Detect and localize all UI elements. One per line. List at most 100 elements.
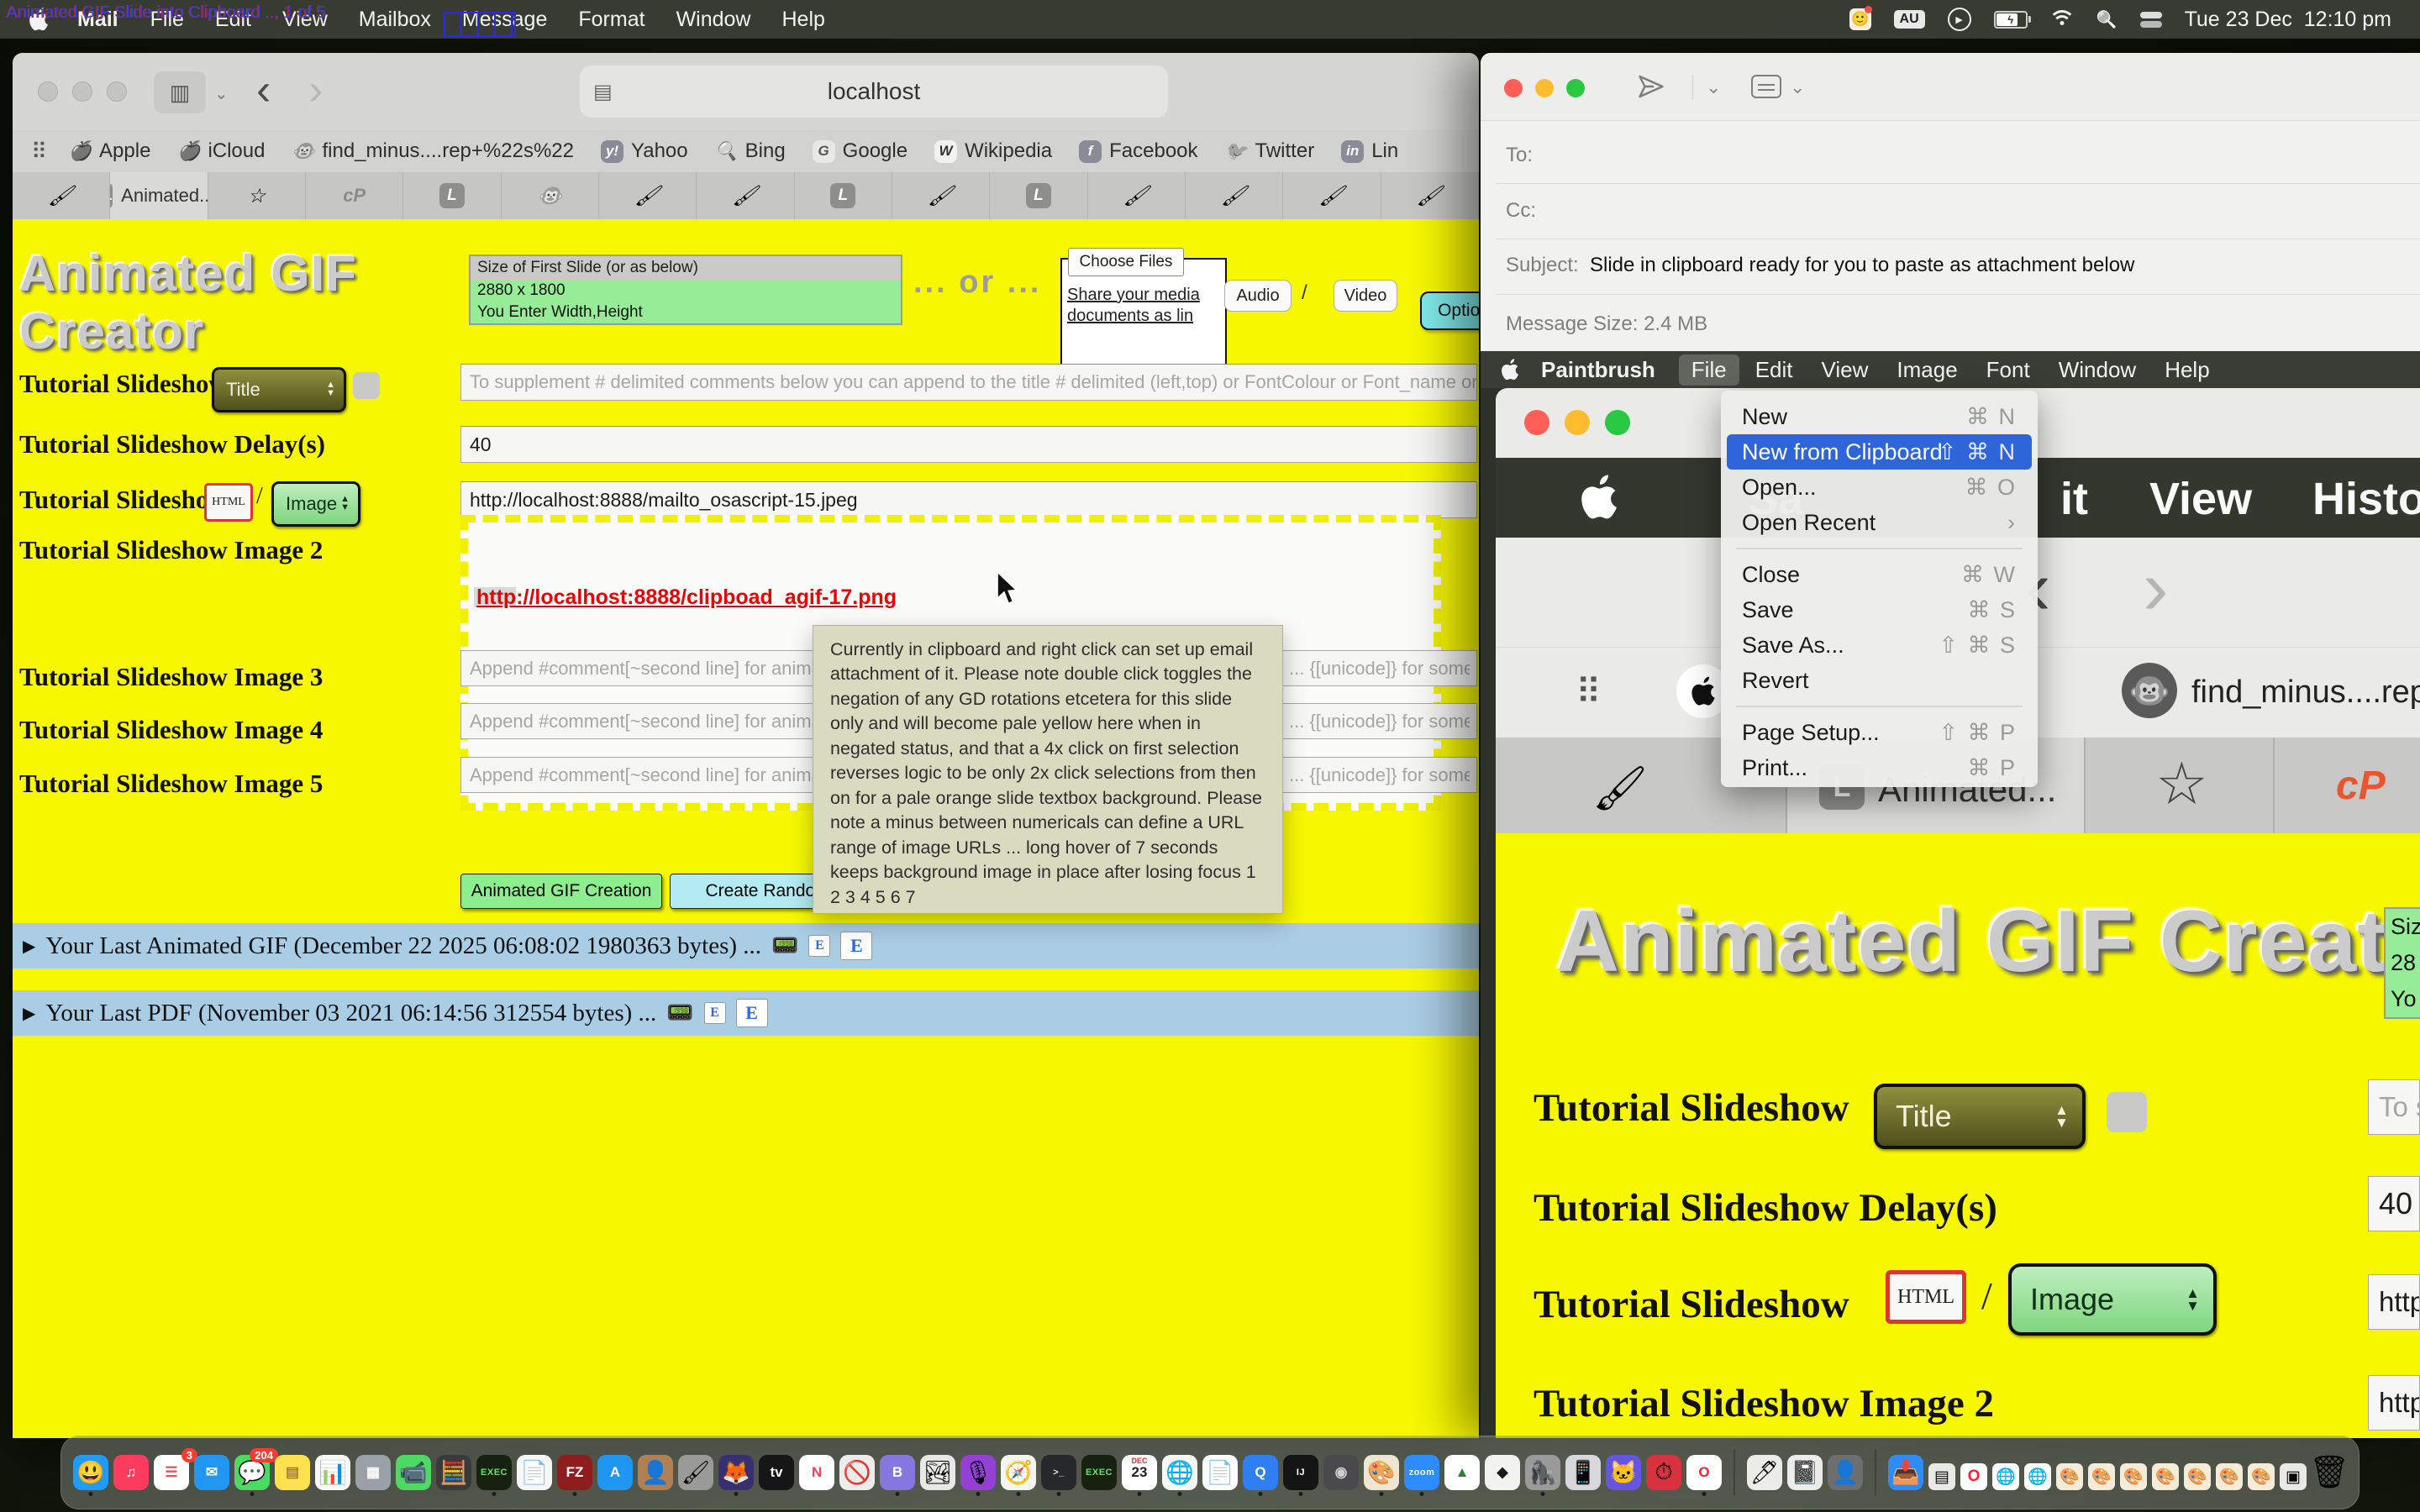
title-select[interactable]: Title ▲▼	[212, 367, 346, 412]
format-chevron-icon[interactable]: ⌄	[1790, 76, 1805, 98]
pager-icon[interactable]: 📟	[666, 1000, 693, 1026]
browser-tab[interactable]: L Animated...	[110, 172, 208, 219]
subject-label[interactable]: Subject:	[1506, 254, 1579, 277]
sidebar-chevron-icon[interactable]: ⌄	[214, 83, 229, 104]
bookmark-item[interactable]: 🐦 Twitter	[1225, 139, 1315, 163]
blocked-app[interactable]: 🚫	[839, 1455, 875, 1490]
firefox[interactable]: 🦊	[718, 1455, 754, 1490]
size-box-hint[interactable]: You Enter Width,Height	[471, 302, 901, 323]
clipboard-image-link[interactable]: http://localhost:8888/clipboad_agif-17.p…	[474, 585, 899, 611]
bookmark-item[interactable]: 🔍 Bing	[715, 139, 786, 163]
bookmark-item[interactable]: f Facebook	[1079, 139, 1197, 163]
facetime[interactable]: 📹	[396, 1455, 431, 1490]
last-gif-row[interactable]: ▶ Your Last Animated GIF (December 22 20…	[13, 923, 1479, 969]
bookmark-item[interactable]: G Google	[813, 139, 908, 163]
status-app-icon[interactable]: 🙂	[1849, 8, 1871, 30]
browser-tab[interactable]: 🖌	[892, 172, 990, 219]
size-box[interactable]: Size of First Slide (or as below) 2880 x…	[469, 255, 902, 325]
bookmark-item[interactable]: in Lin	[1341, 139, 1398, 163]
browser-tab[interactable]: 🖌	[1186, 172, 1283, 219]
app-store[interactable]: A	[597, 1455, 633, 1490]
menu-bar-clock[interactable]: Tue 23 Dec 12:10 pm	[2185, 8, 2391, 32]
paintbrush-window-thumb-3[interactable]: 🎨	[2120, 1463, 2147, 1490]
battery-icon[interactable]: ϟ	[1994, 11, 2028, 29]
news[interactable]: N	[799, 1455, 834, 1490]
exec-terminal-2[interactable]: EXEC	[1081, 1455, 1117, 1490]
finder[interactable]: 😃	[73, 1455, 108, 1490]
browser-tab[interactable]: 🖌	[13, 172, 110, 219]
opera[interactable]: O	[1686, 1455, 1722, 1490]
spotlight-icon[interactable]: 🔍	[2096, 9, 2118, 30]
cc-field[interactable]: Cc:	[1506, 199, 1536, 223]
inkscape[interactable]: ◆	[1485, 1455, 1520, 1490]
zoom-button[interactable]	[1566, 79, 1585, 97]
browser-tab[interactable]: 🖌	[1381, 172, 1479, 219]
journal-app[interactable]: 📓	[1787, 1455, 1823, 1490]
control-center-icon[interactable]	[2140, 11, 2162, 28]
camera-app[interactable]: ◉	[1323, 1455, 1359, 1490]
iphone-mirroring[interactable]: 📱	[1565, 1455, 1601, 1490]
photos[interactable]: 🏞	[920, 1455, 955, 1490]
subject-text[interactable]: Slide in clipboard ready for you to past…	[1590, 254, 2134, 277]
paintbrush-window-thumb-7[interactable]: 🎨	[2248, 1463, 2275, 1490]
bookmark-item[interactable]: 🍎 Apple	[69, 139, 150, 163]
zoom-button[interactable]	[107, 81, 127, 102]
messages[interactable]: 💬 204	[234, 1455, 270, 1490]
bookmark-item[interactable]: y! Yahoo	[601, 139, 688, 163]
mail-icon[interactable]: E	[736, 999, 768, 1027]
safari[interactable]: 🧭	[1001, 1455, 1036, 1490]
markup-app[interactable]: 🖊	[1747, 1455, 1782, 1490]
cat-app[interactable]: 🐱	[1606, 1455, 1641, 1490]
mail-icon-small[interactable]: E	[808, 935, 830, 957]
disclosure-triangle-icon[interactable]: ▶	[23, 936, 35, 957]
prism-app[interactable]: ▲	[1444, 1455, 1480, 1490]
finder-window-thumb[interactable]: ▣	[2280, 1463, 2307, 1490]
choose-files-button[interactable]: Choose Files	[1068, 248, 1184, 276]
downloads[interactable]: 📥	[1888, 1455, 1923, 1490]
format-icon[interactable]	[1751, 75, 1781, 98]
menu-item[interactable]: Window	[676, 8, 751, 32]
image-select[interactable]: Image ▲▼	[271, 481, 360, 527]
chart-app[interactable]: 📊	[315, 1455, 350, 1490]
close-button[interactable]	[1504, 79, 1523, 97]
last-pdf-row[interactable]: ▶ Your Last PDF (November 03 2021 06:14:…	[13, 990, 1479, 1036]
forward-button[interactable]: ›	[308, 65, 323, 115]
chrome[interactable]: 🌐	[1162, 1455, 1197, 1490]
reminders[interactable]: ☰ 3	[154, 1455, 189, 1490]
minimize-button[interactable]	[72, 81, 92, 102]
browser-tab[interactable]: 🐵	[502, 172, 599, 219]
bookmark-item[interactable]: 🐵 find_minus....rep+%22s%22	[292, 139, 574, 163]
to-field[interactable]: To:	[1506, 144, 1533, 167]
bookmark-item[interactable]: 🍎 iCloud	[177, 139, 265, 163]
paintbrush-window-thumb-2[interactable]: 🎨	[2088, 1463, 2115, 1490]
browser-tab[interactable]: ☆	[208, 172, 306, 219]
browser-tab[interactable]: L	[795, 172, 892, 219]
delay-input[interactable]: 40	[460, 426, 1477, 463]
mail[interactable]: ✉	[194, 1455, 229, 1490]
animated-gif-creation-button[interactable]: Animated GIF Creation	[460, 874, 662, 909]
launchpad[interactable]: ▦	[355, 1455, 391, 1490]
gauge-app[interactable]: ⏱	[1646, 1455, 1681, 1490]
slideshow-image-1-input[interactable]: http://localhost:8888/mailto_osascript-1…	[460, 481, 1477, 518]
input-source-indicator[interactable]: AU	[1894, 10, 1925, 29]
chrome-window-thumb[interactable]: 🌐	[1992, 1463, 2019, 1490]
sidebar-toggle-icon[interactable]: ▥	[154, 71, 206, 113]
podcasts[interactable]: 🎙	[960, 1455, 996, 1490]
trash[interactable]: 🗑	[2312, 1455, 2347, 1490]
opera-window-thumb[interactable]: O	[1960, 1463, 1987, 1490]
menu-item[interactable]: Help	[781, 8, 824, 32]
mail-icon-small[interactable]: E	[704, 1002, 726, 1024]
menu-item[interactable]: Format	[578, 8, 644, 32]
color-swatch[interactable]	[353, 372, 380, 399]
quicktime[interactable]: Q	[1243, 1455, 1278, 1490]
paintbrush[interactable]: 🎨	[1364, 1455, 1399, 1490]
send-icon[interactable]	[1636, 71, 1666, 102]
browser-tab[interactable]: 🖌	[599, 172, 697, 219]
address-bar[interactable]: ▤ localhost	[580, 66, 1168, 118]
chrome-window-thumb-2[interactable]: 🌐	[2024, 1463, 2051, 1490]
close-button[interactable]	[38, 81, 58, 102]
video-button[interactable]: Video	[1334, 280, 1397, 312]
mail-icon[interactable]: E	[840, 932, 872, 960]
browser-tab[interactable]: 🖌	[1088, 172, 1186, 219]
browser-tab[interactable]: L	[990, 172, 1087, 219]
